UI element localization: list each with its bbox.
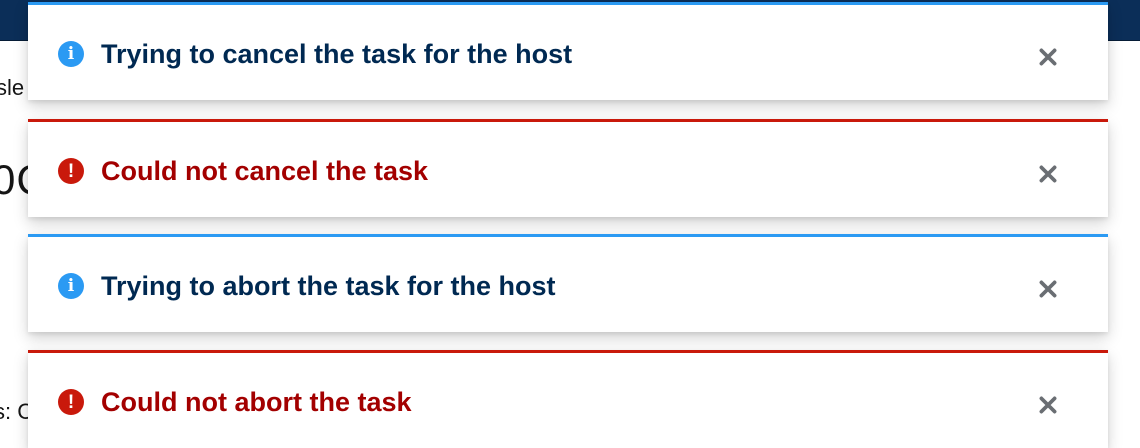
toast-alert-group: i Trying to cancel the task for the host… [28,2,1108,448]
alert-title: Trying to abort the task for the host [101,271,556,301]
alert-title: Could not cancel the task [101,156,429,186]
close-alert-button[interactable] [1030,387,1066,423]
exclamation-circle-icon: ! [58,158,84,184]
page: sle 0C s: C i Trying to cancel the task … [0,0,1140,448]
close-icon [1039,48,1057,66]
close-alert-button[interactable] [1030,271,1066,307]
alert-title: Trying to cancel the task for the host [101,39,573,69]
background-text-fragment: sle [0,75,25,100]
info-alert-abort: i Trying to abort the task for the host [28,234,1108,332]
exclamation-circle-icon: ! [58,389,84,415]
danger-alert-abort: ! Could not abort the task [28,350,1108,448]
info-circle-icon: i [58,41,84,67]
danger-alert-cancel: ! Could not cancel the task [28,119,1108,217]
info-alert-cancel: i Trying to cancel the task for the host [28,2,1108,100]
close-icon [1039,280,1057,298]
close-icon [1039,396,1057,414]
close-icon [1039,165,1057,183]
close-alert-button[interactable] [1030,156,1066,192]
alert-title: Could not abort the task [101,387,412,417]
info-circle-icon: i [58,273,84,299]
close-alert-button[interactable] [1030,39,1066,75]
